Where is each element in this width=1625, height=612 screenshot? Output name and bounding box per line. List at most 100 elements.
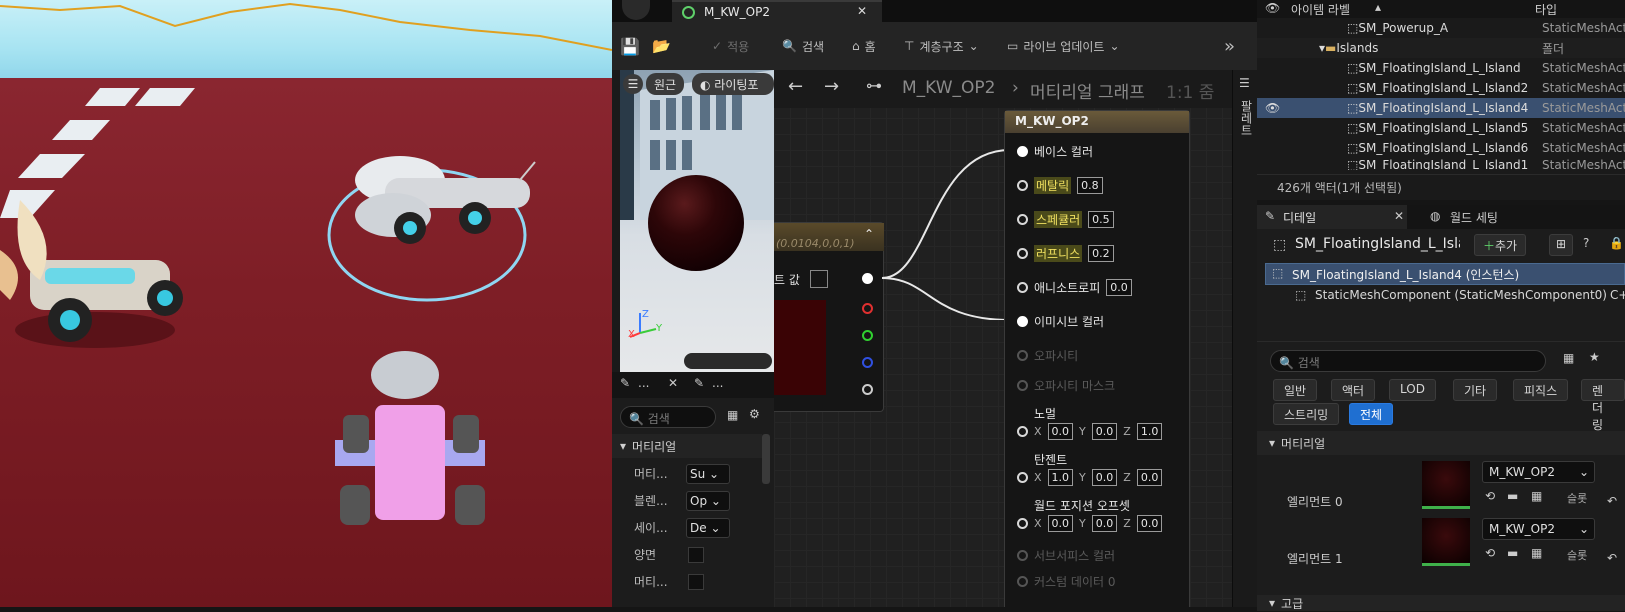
filter-all[interactable]: 전체 (1349, 403, 1394, 425)
filter-rendering[interactable]: 렌더링 (1581, 379, 1625, 432)
output-pin-a[interactable] (862, 384, 873, 395)
back-icon[interactable]: ← (788, 76, 803, 97)
input-pin[interactable] (1017, 281, 1028, 293)
anisotropy-value[interactable]: 0.0 (1106, 278, 1132, 296)
live-update-button[interactable]: ▭ 라이브 업데이트 ⌄ (1007, 22, 1120, 70)
output-pin-g[interactable] (862, 330, 873, 341)
kart-left[interactable] (0, 180, 190, 360)
blend-dropdown[interactable]: Op ⌄ (686, 490, 730, 511)
input-pin[interactable] (1017, 315, 1028, 327)
reset-icon[interactable]: ⟲ (1485, 546, 1495, 560)
pin-opacity[interactable]: 오파시티 (1017, 345, 1187, 365)
scrollbar[interactable] (762, 434, 770, 484)
table-view-icon[interactable]: ▦ (727, 408, 738, 422)
domain-dropdown[interactable]: Su ⌄ (686, 463, 730, 484)
close-icon[interactable]: ✕ (1394, 209, 1404, 223)
close-icon[interactable]: ✕ (857, 4, 867, 18)
col-item-label[interactable]: 아이템 라벨 (1291, 1, 1350, 18)
element1-thumbnail[interactable] (1422, 518, 1470, 566)
star-icon[interactable]: ★ (1589, 350, 1600, 364)
actor-name[interactable]: SM_FloatingIsland_L_Isla (1295, 236, 1460, 252)
tab-material[interactable]: M_KW_OP2 ✕ (672, 0, 882, 22)
instance-row[interactable]: ⬚ SM_FloatingIsland_L_Island4 (인스턴스) (1265, 263, 1625, 285)
perspective-button[interactable]: 원근 (646, 73, 685, 95)
component-row[interactable]: ⬚ StaticMeshComponent (StaticMeshCompone… (1265, 285, 1625, 309)
pin-roughness[interactable]: 러프니스 0.2 (1017, 243, 1187, 263)
input-pin[interactable] (1017, 145, 1028, 157)
element0-material-dropdown[interactable]: M_KW_OP2 ⌄ (1482, 461, 1595, 483)
pin-base-color[interactable]: 베이스 컬러 (1017, 141, 1187, 161)
pin-specular[interactable]: 스페큘러 0.5 (1017, 209, 1187, 229)
specular-value[interactable]: 0.5 (1088, 210, 1114, 228)
input-pin[interactable] (1017, 247, 1028, 259)
grid-icon[interactable]: ▦ (1531, 489, 1542, 503)
details-search-input[interactable]: 🔍 검색 (620, 406, 716, 428)
outliner-row[interactable]: ⬚ SM_FloatingIsland_L_Island2 StaticMeshA… (1257, 78, 1625, 98)
output-pin-b[interactable] (862, 357, 873, 368)
input-pin[interactable] (1017, 425, 1028, 437)
apply-button[interactable]: ✓ 적용 (712, 22, 749, 70)
details-search-input[interactable]: 🔍 검색 (1270, 350, 1546, 372)
filter-physics[interactable]: 피직스 (1513, 379, 1569, 401)
save-icon[interactable]: 💾 (620, 22, 640, 70)
reset-arrow-icon[interactable]: ↶ (1607, 494, 1617, 508)
close-icon[interactable]: ✕ (668, 376, 678, 390)
search-button[interactable]: 🔍 검색 (782, 22, 824, 70)
visibility-icon[interactable]: 👁 (1265, 101, 1280, 115)
filter-streaming[interactable]: 스트리밍 (1273, 403, 1340, 425)
element1-material-dropdown[interactable]: M_KW_OP2 ⌄ (1482, 518, 1595, 540)
filter-actor[interactable]: 액터 (1331, 379, 1376, 401)
pin-normal[interactable]: 노멀 (1017, 405, 1187, 421)
input-pin[interactable] (1017, 213, 1028, 225)
folder-icon[interactable]: ▬ (1507, 489, 1518, 503)
add-button[interactable]: ＋추가 (1474, 234, 1527, 256)
filter-lod[interactable]: LOD (1389, 379, 1436, 401)
forward-icon[interactable]: → (824, 76, 839, 97)
two-sided-checkbox[interactable] (688, 546, 704, 563)
pin-world-position-offset[interactable]: 월드 포지션 오프셋 (1017, 497, 1187, 513)
browse-icon[interactable]: 📂 (652, 22, 671, 70)
blueprint-icon[interactable]: ⊞ (1549, 234, 1574, 256)
outliner-row-selected[interactable]: 👁 ⬚ SM_FloatingIsland_L_Island4 StaticMesh… (1257, 98, 1625, 118)
metallic-value[interactable]: 0.8 (1077, 176, 1103, 194)
col-type[interactable]: 타입 (1535, 1, 1557, 18)
material-result-node[interactable]: M_KW_OP2 베이스 컬러 메탈릭 0.8 스페큘러 0.5 러프니스 0.2 애… (1004, 110, 1190, 607)
input-pin[interactable] (1017, 549, 1028, 561)
level-viewport[interactable] (0, 0, 612, 607)
pin-anisotropy[interactable]: 애니소트로피 0.0 (1017, 277, 1187, 297)
grid-icon[interactable]: ▦ (1531, 546, 1542, 560)
outliner-row[interactable]: ⬚ SM_FloatingIsland_L_Island5 StaticMeshA… (1257, 118, 1625, 138)
outliner-row[interactable]: ⬚ SM_FloatingIsland_L_Island6 StaticMeshA… (1257, 138, 1625, 158)
pin-opacity-mask[interactable]: 오파시티 마스크 (1017, 375, 1187, 395)
tab-details[interactable] (1257, 205, 1407, 229)
details-tab-2[interactable]: ... (712, 376, 723, 390)
section-advanced[interactable]: ▾ 고급 (1257, 595, 1625, 611)
reset-icon[interactable]: ⟲ (1485, 489, 1495, 503)
input-pin[interactable] (1017, 517, 1028, 529)
hierarchy-button[interactable]: ⊤ 계층구조 ⌄ (904, 22, 979, 70)
pin-metallic[interactable]: 메탈릭 0.8 (1017, 175, 1187, 195)
section-material[interactable]: ▾ 머티리얼 (1257, 431, 1625, 455)
constant-node[interactable]: ⌃ (0.0104,0,0,1) 트 값 (774, 222, 884, 412)
lock-icon[interactable]: 🔒 (1609, 236, 1624, 250)
overflow-icon[interactable]: » (1224, 22, 1235, 70)
pin-tangent[interactable]: 탄젠트 (1017, 451, 1187, 467)
folder-icon[interactable]: ▬ (1507, 546, 1518, 560)
input-pin[interactable] (1017, 179, 1028, 191)
preview-shape-bar[interactable] (684, 353, 772, 369)
roughness-value[interactable]: 0.2 (1088, 244, 1114, 262)
constant-swatch[interactable] (810, 270, 828, 288)
input-pin[interactable] (1017, 575, 1028, 587)
gear-icon[interactable]: ⚙ (749, 407, 760, 421)
preview-menu-icon[interactable]: ☰ (623, 74, 643, 94)
tab-world-settings[interactable]: 월드 세팅 (1450, 209, 1498, 226)
material-checkbox[interactable] (688, 573, 704, 590)
reset-arrow-icon[interactable]: ↶ (1607, 551, 1617, 565)
breadcrumb-material[interactable]: M_KW_OP2 (902, 78, 995, 98)
input-pin[interactable] (1017, 349, 1028, 361)
filter-general[interactable]: 일반 (1273, 379, 1318, 401)
input-pin[interactable] (1017, 471, 1028, 483)
shading-dropdown[interactable]: De ⌄ (686, 517, 730, 538)
pin-emissive[interactable]: 이미시브 컬러 (1017, 311, 1187, 331)
lighting-button[interactable]: ◐ 라이팅포 (692, 73, 774, 95)
